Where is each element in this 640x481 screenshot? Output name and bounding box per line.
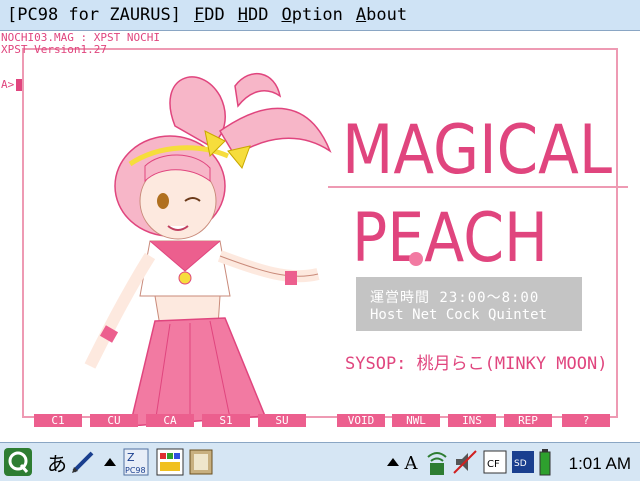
font-a-icon[interactable]: A (400, 449, 422, 477)
fkey-help[interactable]: ? (562, 414, 610, 427)
network-icon[interactable] (424, 447, 450, 477)
menu-hdd[interactable]: HDD (238, 5, 269, 25)
fkey-su[interactable]: SU (258, 414, 306, 427)
arrow-up-icon[interactable] (386, 455, 400, 469)
menu-fdd[interactable]: FDD (194, 5, 225, 25)
fkey-void[interactable]: VOID (337, 414, 385, 427)
text-cursor (16, 79, 22, 91)
fkey-s1[interactable]: S1 (202, 414, 250, 427)
svg-text:SD: SD (514, 459, 527, 469)
terminal-line-2: XPST Version1.27 (1, 43, 107, 56)
palette-app-icon[interactable] (156, 448, 184, 476)
fkey-cu[interactable]: CU (90, 414, 138, 427)
cf-card-icon[interactable]: CF (482, 449, 508, 475)
menu-option[interactable]: Option (281, 5, 342, 25)
info-hours: 運営時間 23:00〜8:00 (370, 290, 540, 306)
taskbar: あ Z PC98 A CF SD 1:01 AM (0, 442, 640, 481)
svg-text:CF: CF (487, 459, 500, 470)
svg-text:Z: Z (127, 451, 135, 464)
magical-peach-logo: MAGICAL PEACH (328, 111, 628, 271)
fkey-nwl[interactable]: NWL (392, 414, 440, 427)
pc98-app-icon[interactable]: Z PC98 (122, 447, 150, 477)
fkey-c1[interactable]: C1 (34, 414, 82, 427)
fkey-ca[interactable]: CA (146, 414, 194, 427)
input-method-indicator[interactable]: あ (44, 449, 70, 476)
sysop-signature: SYSOP: 桃月らこ(MINKY MOON) (345, 354, 608, 374)
menu-bar: [PC98 for ZAURUS] FDD HDD Option About (0, 0, 640, 31)
battery-icon[interactable] (538, 447, 552, 477)
arrow-up-icon[interactable] (103, 455, 117, 469)
menu-about[interactable]: About (356, 5, 407, 25)
fkey-ins[interactable]: INS (448, 414, 496, 427)
pen-icon[interactable] (70, 449, 96, 475)
function-key-bar: C1 CU CA S1 SU VOID NWL INS REP ? (0, 414, 640, 427)
speaker-muted-icon[interactable] (452, 447, 478, 477)
magical-girl-illustration (84, 72, 332, 426)
qtopia-q-icon[interactable] (3, 447, 33, 477)
logo-line-2: PEACH (352, 199, 548, 271)
clock[interactable]: 1:01 AM (569, 454, 631, 474)
sd-card-icon[interactable]: SD (510, 449, 536, 475)
emulator-screen[interactable]: NOCHI03.MAG : XPST NOCHI XPST Version1.2… (0, 31, 640, 427)
terminal-prompt: A> (1, 78, 15, 91)
fkey-rep[interactable]: REP (504, 414, 552, 427)
logo-line-1: MAGICAL (342, 111, 612, 190)
info-box: 運営時間 23:00〜8:00 Host Net Cock Quintet (356, 277, 582, 331)
info-host: Host Net Cock Quintet (370, 307, 548, 323)
svg-text:PC98: PC98 (125, 466, 146, 475)
app-title: [PC98 for ZAURUS] (7, 5, 181, 25)
peach-icon (409, 252, 423, 266)
book-app-icon[interactable] (188, 448, 214, 476)
